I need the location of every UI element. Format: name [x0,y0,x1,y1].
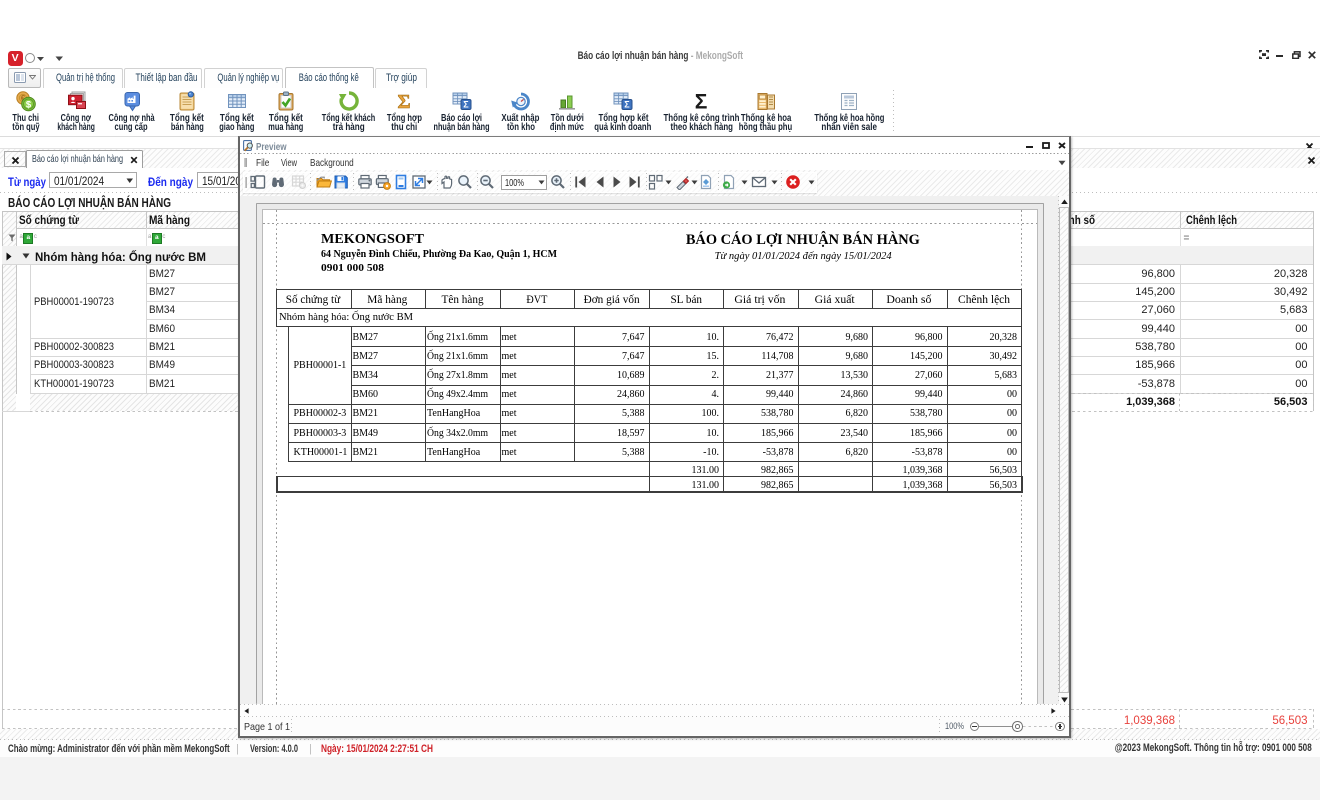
svg-text:Σ: Σ [397,91,410,112]
svg-text:Σ: Σ [624,100,630,110]
svg-text:Σ: Σ [695,91,708,112]
svg-text:$: $ [25,99,31,110]
svg-text:Σ: Σ [463,100,469,110]
